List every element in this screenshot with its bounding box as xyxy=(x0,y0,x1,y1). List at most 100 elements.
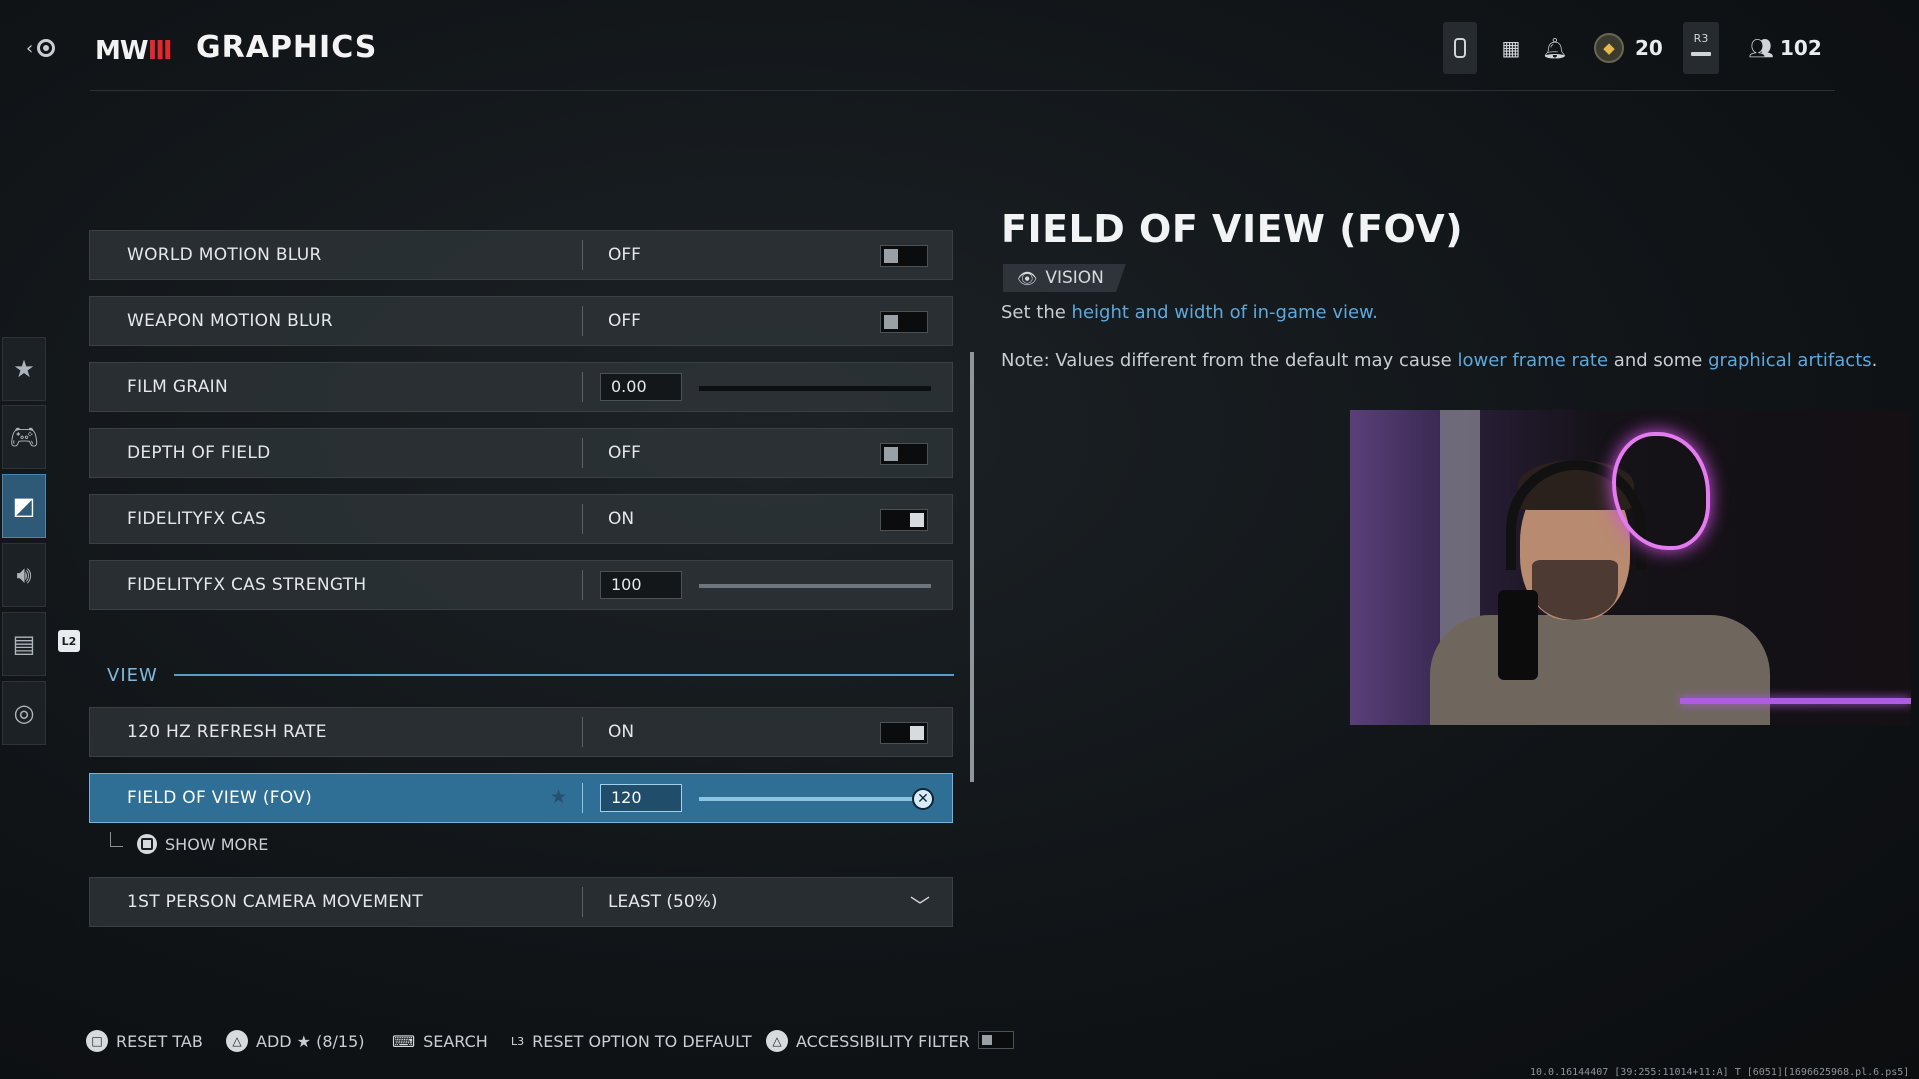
accessibility-filter-toggle[interactable] xyxy=(978,1031,1014,1049)
divider xyxy=(582,887,583,917)
slider-track[interactable] xyxy=(699,584,931,588)
toggle-switch[interactable] xyxy=(880,245,928,267)
setting-value: ON xyxy=(608,509,635,529)
party-count: 102 xyxy=(1780,36,1822,60)
speaker-icon: 🔊︎ xyxy=(16,561,32,589)
sidebar-item-favorites[interactable]: ★ xyxy=(2,337,46,401)
r3-button[interactable]: R3 xyxy=(1683,22,1719,74)
description-title: FIELD OF VIEW (FOV) xyxy=(1001,207,1464,251)
setting-world-motion-blur[interactable]: WORLD MOTION BLUR OFF xyxy=(89,230,953,280)
back-button[interactable]: ‹ xyxy=(26,34,64,62)
reset-tab-label: RESET TAB xyxy=(116,1031,203,1051)
show-more-button[interactable]: SHOW MORE xyxy=(110,831,269,855)
highlight-text: lower frame rate xyxy=(1457,350,1609,371)
keyboard-icon: ⌨ xyxy=(392,1031,416,1051)
setting-120hz-refresh-rate[interactable]: 120 HZ REFRESH RATE ON xyxy=(89,707,953,757)
setting-label: FIDELITYFX CAS STRENGTH xyxy=(127,575,367,595)
value-input[interactable]: 100 xyxy=(600,571,682,599)
reset-option-button[interactable]: L3 RESET OPTION TO DEFAULT xyxy=(511,1028,752,1054)
setting-label: WEAPON MOTION BLUR xyxy=(127,311,333,331)
highlight-text: graphical artifacts xyxy=(1708,350,1872,371)
eye-icon: 👁︎ xyxy=(1017,268,1038,288)
setting-camera-movement[interactable]: 1ST PERSON CAMERA MOVEMENT LEAST (50%) ﹀ xyxy=(89,877,953,927)
back-ring-icon xyxy=(37,39,56,57)
interface-icon: ▤ xyxy=(12,630,36,658)
description-note: Note: Values different from the default … xyxy=(1001,350,1878,371)
setting-value: LEAST (50%) xyxy=(608,892,718,912)
toggle-switch[interactable] xyxy=(880,722,928,744)
phone-icon xyxy=(1454,38,1466,58)
toggle-switch[interactable] xyxy=(880,443,928,465)
tag-label: VISION xyxy=(1045,268,1104,288)
setting-film-grain[interactable]: FILM GRAIN 0.00 xyxy=(89,362,953,412)
phone-button[interactable] xyxy=(1443,22,1477,74)
back-icon: ‹ xyxy=(26,37,34,59)
party-icon[interactable]: 👥︎ xyxy=(1748,28,1774,68)
setting-label: 1ST PERSON CAMERA MOVEMENT xyxy=(127,892,423,912)
slider-handle-icon[interactable]: ✕ xyxy=(912,788,934,810)
search-label: SEARCH xyxy=(423,1031,488,1051)
sidebar-item-graphics[interactable]: ◩ xyxy=(2,474,46,538)
setting-fidelityfx-cas-strength[interactable]: FIDELITYFX CAS STRENGTH 100 xyxy=(89,560,953,610)
sidebar-item-interface[interactable]: ▤ xyxy=(2,612,46,676)
network-icon: ◎ xyxy=(13,699,35,727)
reset-option-label: RESET OPTION TO DEFAULT xyxy=(532,1031,752,1051)
category-tag: 👁︎ VISION xyxy=(1003,264,1126,292)
scrollbar[interactable] xyxy=(970,352,974,782)
cod-points-count: 20 xyxy=(1635,36,1663,60)
game-logo: MWIII xyxy=(95,36,173,66)
sidebar-item-audio[interactable]: 🔊︎ xyxy=(2,543,46,607)
divider xyxy=(582,717,583,747)
webcam-overlay xyxy=(1350,410,1911,725)
toggle-switch[interactable] xyxy=(880,311,928,333)
l3-button-icon: L3 xyxy=(511,1034,525,1048)
setting-value: OFF xyxy=(608,443,641,463)
tree-connector xyxy=(110,831,123,847)
top-bar: ‹ MWIII GRAPHICS ▦ 🔔︎ ◆ 20 R3 👥︎ 102 xyxy=(0,0,1919,92)
setting-label: FIDELITYFX CAS xyxy=(127,509,267,529)
setting-label: FIELD OF VIEW (FOV) xyxy=(127,788,313,808)
divider xyxy=(582,438,583,468)
graphics-icon: ◩ xyxy=(12,492,36,520)
setting-value: ON xyxy=(608,722,635,742)
chevron-down-icon[interactable]: ﹀ xyxy=(910,890,930,919)
grid-icon[interactable]: ▦ xyxy=(1494,28,1528,68)
accessibility-filter-button[interactable]: △ ACCESSIBILITY FILTER xyxy=(766,1028,970,1054)
slider-track[interactable] xyxy=(699,797,919,801)
reset-tab-button[interactable]: □ RESET TAB xyxy=(86,1028,203,1054)
controller-icon: 🎮︎ xyxy=(8,423,40,451)
page-title: GRAPHICS xyxy=(196,30,378,65)
add-favorite-label: ADD ★ (8/15) xyxy=(256,1031,365,1051)
setting-label: WORLD MOTION BLUR xyxy=(127,245,322,265)
divider xyxy=(582,570,583,600)
setting-fidelityfx-cas[interactable]: FIDELITYFX CAS ON xyxy=(89,494,953,544)
setting-label: FILM GRAIN xyxy=(127,377,228,397)
setting-field-of-view[interactable]: FIELD OF VIEW (FOV) ★ 120 ✕ xyxy=(89,773,953,823)
divider xyxy=(582,240,583,270)
value-input[interactable]: 120 xyxy=(600,784,682,812)
section-divider xyxy=(174,674,954,676)
r3-label: R3 xyxy=(1693,32,1709,45)
setting-label: DEPTH OF FIELD xyxy=(127,443,271,463)
triangle-button-icon: △ xyxy=(766,1030,788,1052)
sidebar-item-controller[interactable]: 🎮︎ xyxy=(2,405,46,469)
search-button[interactable]: ⌨ SEARCH xyxy=(392,1028,488,1054)
toggle-switch[interactable] xyxy=(880,509,928,531)
r3-button-icon xyxy=(1691,52,1711,56)
build-version-text: 10.0.16144407 [39:255:11014+11:A] T [605… xyxy=(1530,1067,1910,1078)
setting-depth-of-field[interactable]: DEPTH OF FIELD OFF xyxy=(89,428,953,478)
section-header-view: VIEW xyxy=(107,665,158,686)
star-icon: ★ xyxy=(13,355,35,383)
bell-icon[interactable]: 🔔︎ xyxy=(1538,28,1572,68)
slider-track[interactable] xyxy=(699,386,931,391)
favorite-star-icon[interactable]: ★ xyxy=(550,786,567,808)
sidebar-item-network[interactable]: ◎ xyxy=(2,681,46,745)
value-input[interactable]: 0.00 xyxy=(600,373,682,401)
setting-weapon-motion-blur[interactable]: WEAPON MOTION BLUR OFF xyxy=(89,296,953,346)
cod-points-icon[interactable]: ◆ xyxy=(1591,28,1627,68)
divider xyxy=(582,306,583,336)
show-more-label: SHOW MORE xyxy=(165,834,269,854)
setting-value: OFF xyxy=(608,311,641,331)
accessibility-filter-label: ACCESSIBILITY FILTER xyxy=(796,1031,970,1051)
add-favorite-button[interactable]: △ ADD ★ (8/15) xyxy=(226,1028,365,1054)
